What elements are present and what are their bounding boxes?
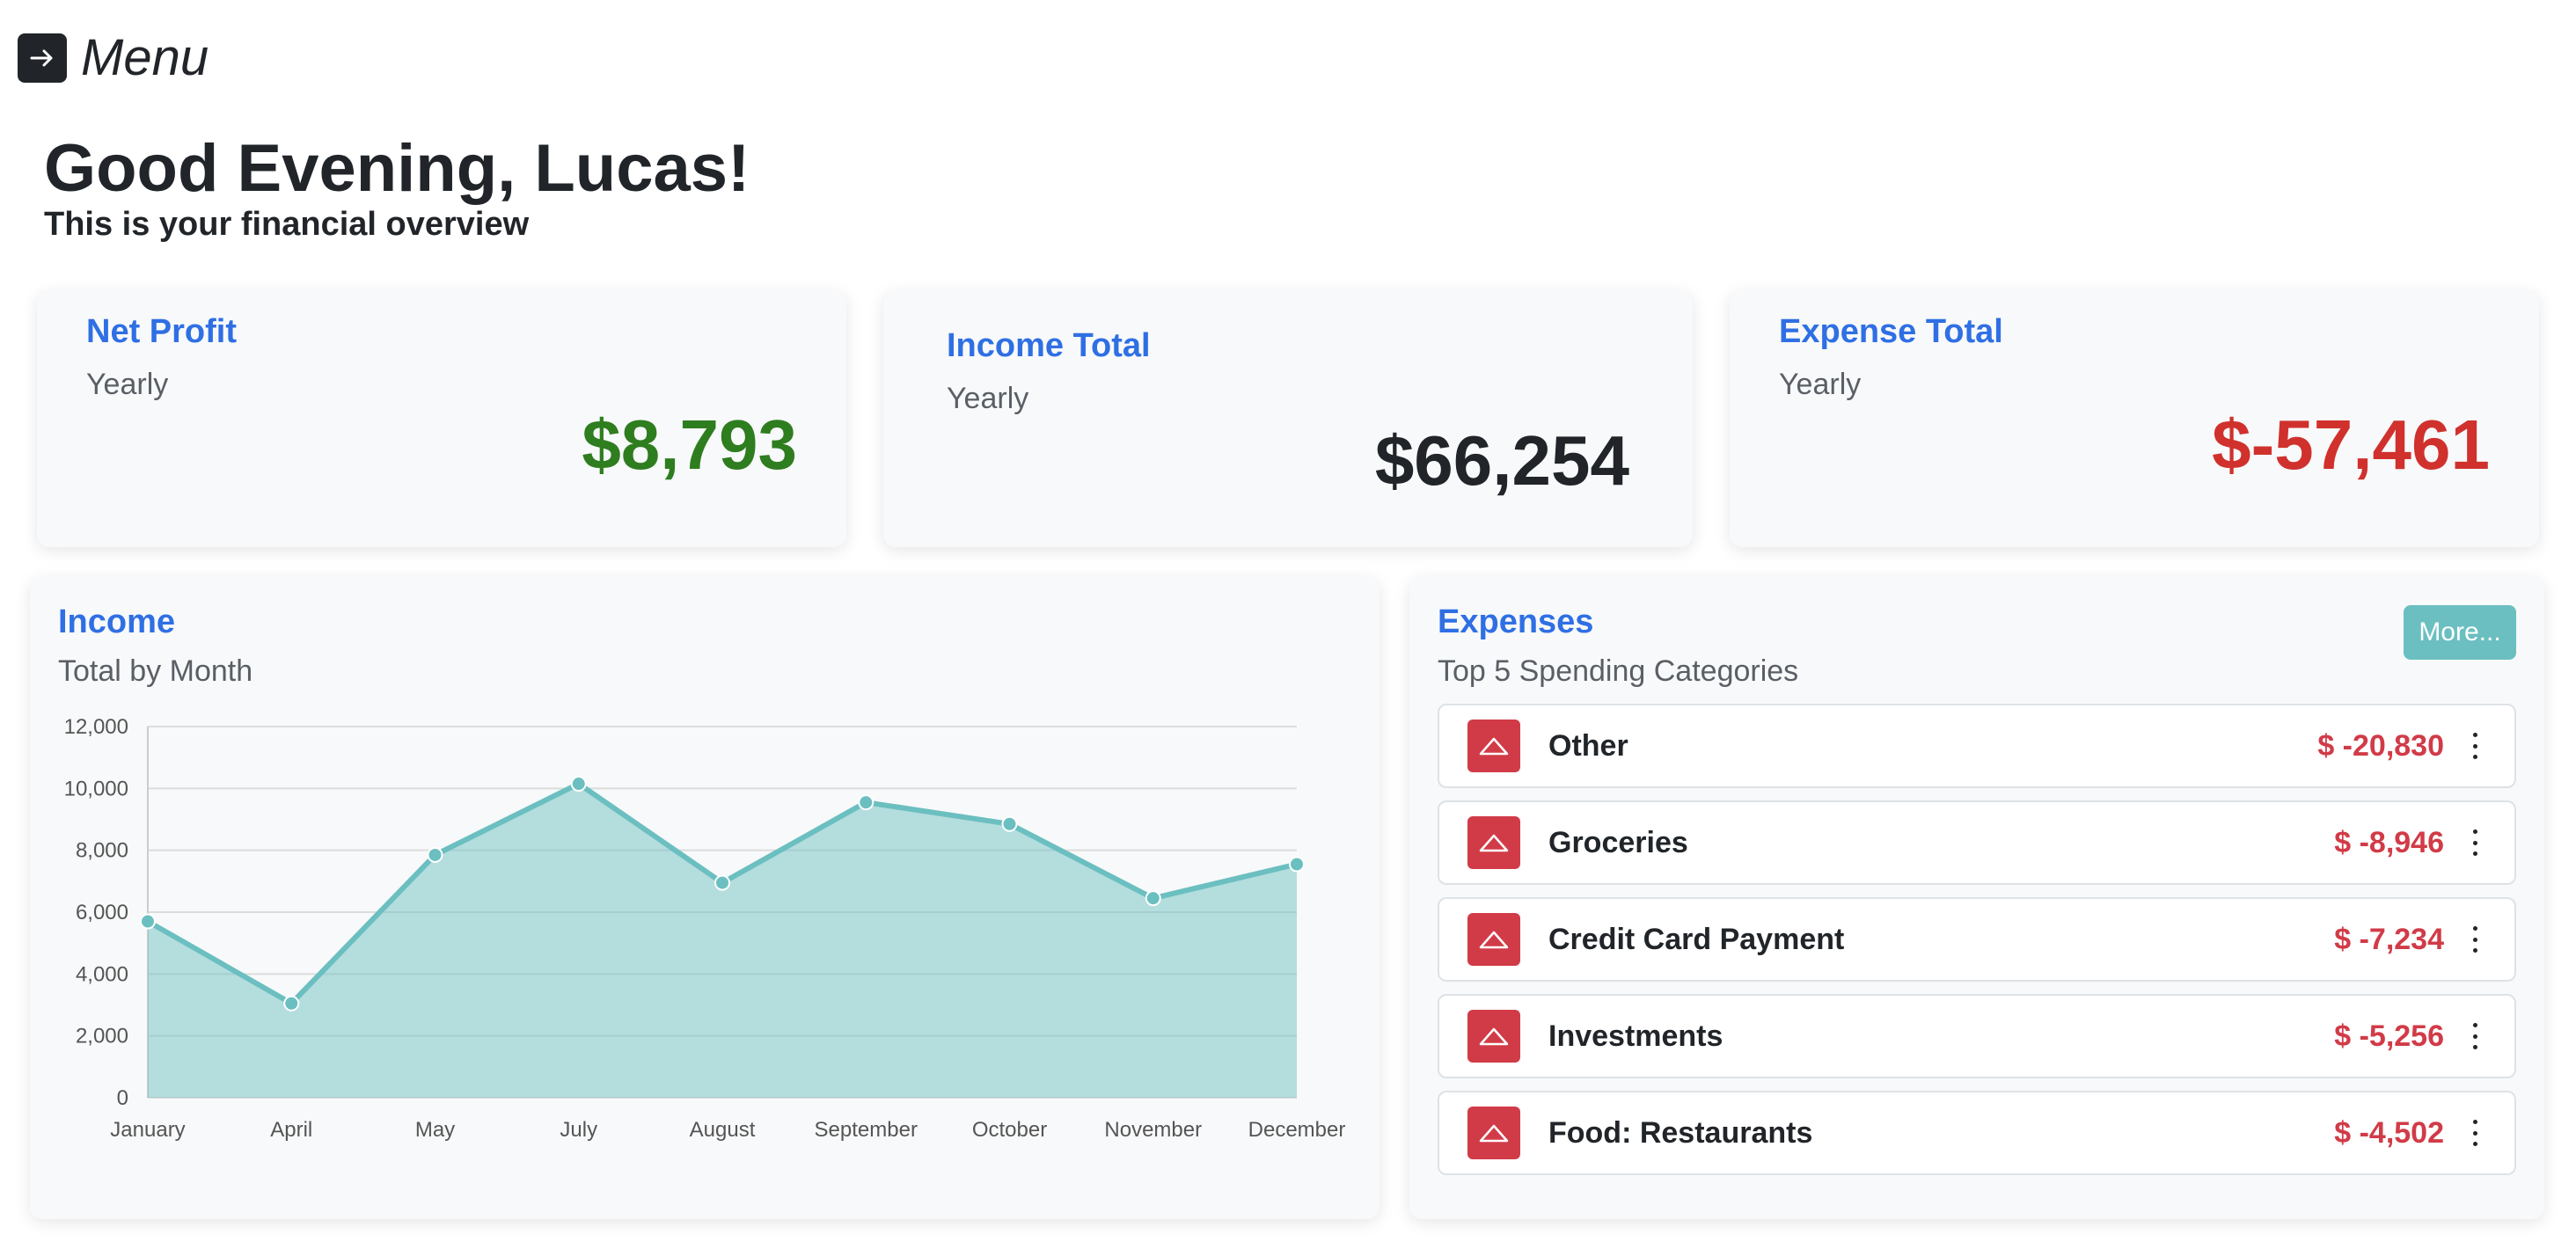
category-name: Credit Card Payment xyxy=(1548,922,1845,956)
data-point xyxy=(1145,890,1161,907)
x-tick-label: August xyxy=(690,1118,756,1142)
expenses-panel: Expenses Top 5 Spending Categories More.… xyxy=(1409,577,2544,1219)
category-amount: $ -20,830 xyxy=(2317,728,2444,763)
income-total-card: Income Total Yearly $66,254 xyxy=(883,290,1693,547)
y-tick-label: 0 xyxy=(117,1086,128,1110)
y-tick-label: 10,000 xyxy=(64,777,128,800)
arrow-right-icon xyxy=(18,33,67,83)
more-button[interactable]: More... xyxy=(2404,605,2516,660)
expense-total-card: Expense Total Yearly $-57,461 xyxy=(1730,290,2539,547)
y-tick-label: 2,000 xyxy=(76,1025,128,1048)
warning-triangle-icon xyxy=(1467,720,1520,772)
expense-category-list: Other $ -20,830 Groceries $ -8,946 Credi… xyxy=(1438,704,2516,1187)
warning-triangle-icon xyxy=(1467,1107,1520,1159)
page-title: Good Evening, Lucas! xyxy=(44,131,750,206)
kebab-menu-icon[interactable] xyxy=(2470,1120,2479,1146)
card-title: Net Profit xyxy=(86,313,237,350)
category-amount: $ -8,946 xyxy=(2334,825,2444,859)
income-chart: 0 2,000 4,000 6,000 8,000 10,000 12,000 January… xyxy=(64,715,1346,1142)
kebab-menu-icon[interactable] xyxy=(2470,829,2479,856)
kebab-menu-icon[interactable] xyxy=(2470,733,2479,759)
y-tick-label: 12,000 xyxy=(64,715,128,739)
expense-category-item[interactable]: Investments $ -5,256 xyxy=(1438,994,2516,1078)
data-point xyxy=(427,846,443,863)
card-period: Yearly xyxy=(1779,368,1862,401)
warning-triangle-icon xyxy=(1467,1010,1520,1063)
data-point xyxy=(858,794,875,811)
income-panel-subtitle: Total by Month xyxy=(58,654,253,688)
x-tick-label: December xyxy=(1248,1118,1346,1142)
income-panel-title: Income xyxy=(58,603,176,640)
data-point xyxy=(570,776,587,793)
y-tick-label: 6,000 xyxy=(76,901,128,924)
data-point xyxy=(1289,856,1305,873)
y-tick-label: 8,000 xyxy=(76,839,128,863)
income-area xyxy=(148,784,1297,1098)
kebab-menu-icon[interactable] xyxy=(2470,926,2479,953)
expense-total-value: $-57,461 xyxy=(2212,405,2490,484)
x-tick-label: July xyxy=(560,1118,597,1142)
net-profit-card: Net Profit Yearly $8,793 xyxy=(37,290,846,547)
expense-category-item[interactable]: Groceries $ -8,946 xyxy=(1438,800,2516,885)
x-tick-label: September xyxy=(815,1118,918,1142)
warning-triangle-icon xyxy=(1467,816,1520,869)
net-profit-value: $8,793 xyxy=(582,405,797,484)
y-tick-label: 4,000 xyxy=(76,962,128,986)
income-panel: Income Total by Month 0 2,000 4,000 6,000 8,… xyxy=(30,577,1379,1219)
data-point xyxy=(714,874,730,891)
menu-label: Menu xyxy=(81,29,209,86)
category-amount: $ -5,256 xyxy=(2334,1019,2444,1053)
card-period: Yearly xyxy=(947,382,1029,415)
x-tick-label: May xyxy=(415,1118,455,1142)
expenses-panel-title: Expenses xyxy=(1438,603,1594,640)
expense-category-item[interactable]: Other $ -20,830 xyxy=(1438,704,2516,788)
category-name: Other xyxy=(1548,728,1628,763)
data-point xyxy=(283,995,300,1012)
category-amount: $ -4,502 xyxy=(2334,1115,2444,1150)
card-title: Income Total xyxy=(947,327,1151,364)
expenses-panel-subtitle: Top 5 Spending Categories xyxy=(1438,654,1799,688)
category-name: Investments xyxy=(1548,1019,1723,1053)
menu-button[interactable]: Menu xyxy=(18,28,209,87)
category-name: Groceries xyxy=(1548,825,1688,859)
category-name: Food: Restaurants xyxy=(1548,1115,1813,1150)
category-amount: $ -7,234 xyxy=(2334,922,2444,956)
card-period: Yearly xyxy=(86,368,169,401)
kebab-menu-icon[interactable] xyxy=(2470,1023,2479,1049)
x-tick-label: January xyxy=(110,1118,185,1142)
x-tick-label: November xyxy=(1104,1118,1202,1142)
x-tick-label: April xyxy=(270,1118,312,1142)
income-total-value: $66,254 xyxy=(1374,421,1629,500)
warning-triangle-icon xyxy=(1467,913,1520,966)
expense-category-item[interactable]: Food: Restaurants $ -4,502 xyxy=(1438,1091,2516,1175)
data-point xyxy=(1001,815,1018,832)
card-title: Expense Total xyxy=(1779,313,2003,350)
expense-category-item[interactable]: Credit Card Payment $ -7,234 xyxy=(1438,897,2516,982)
data-point xyxy=(140,913,156,930)
x-tick-label: October xyxy=(972,1118,1047,1142)
page-subtitle: This is your financial overview xyxy=(44,206,530,243)
